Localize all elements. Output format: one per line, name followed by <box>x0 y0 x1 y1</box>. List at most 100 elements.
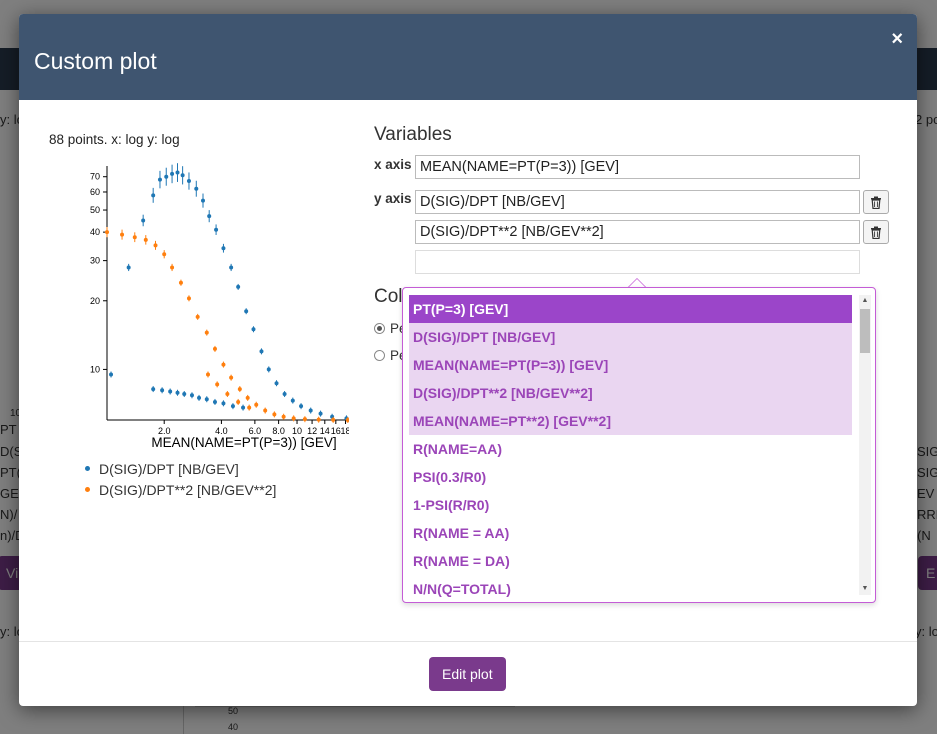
trash-icon <box>871 226 881 239</box>
data-point <box>205 372 210 377</box>
y-tick-label: 20 <box>90 296 100 306</box>
data-point <box>281 414 286 419</box>
data-point <box>308 408 313 413</box>
data-point <box>207 214 212 219</box>
variables-heading: Variables <box>374 124 452 145</box>
data-point <box>251 327 256 332</box>
dropdown-option[interactable]: PT(P=3) [GEV] <box>409 295 852 323</box>
data-point <box>189 393 194 398</box>
data-point <box>212 399 217 404</box>
y-tick-label: 10 <box>90 364 100 374</box>
data-point <box>170 171 175 176</box>
y-axis-label: y axis <box>374 191 412 206</box>
dropdown-list: PT(P=3) [GEV] D(SIG)/DPT [NB/GEV] MEAN(NAM… <box>409 295 852 602</box>
data-point <box>274 381 279 386</box>
data-point <box>151 387 156 392</box>
plot-preview: 88 points. x: log y: log 2.0 4.0 6.0 8.0 10 1… <box>49 132 349 522</box>
close-icon[interactable]: × <box>891 28 903 51</box>
data-point <box>109 372 114 377</box>
data-point <box>302 417 307 422</box>
delete-y2-button[interactable] <box>863 220 889 244</box>
data-point <box>186 179 191 184</box>
dropdown-option[interactable]: R(NAME = DA) <box>409 547 852 575</box>
x-axis-title: MEAN(NAME=PT(P=3)) [GEV] <box>151 435 336 450</box>
data-point <box>120 232 125 237</box>
dropdown-option[interactable]: D(SIG)/DPT [NB/GEV] <box>409 323 852 351</box>
dropdown-option[interactable]: 1-PSI(R/R0) <box>409 491 852 519</box>
data-point <box>316 417 321 422</box>
data-point <box>237 387 242 392</box>
legend-dot-icon <box>85 487 90 492</box>
scroll-thumb[interactable] <box>860 309 870 353</box>
y-tick-label: 70 <box>90 172 100 182</box>
data-point <box>247 405 252 410</box>
data-point <box>157 177 162 182</box>
custom-plot-modal: Custom plot × 88 points. x: log y: log 2… <box>19 14 917 706</box>
data-point <box>170 265 175 270</box>
data-point <box>221 246 226 251</box>
plot-legend: D(SIG)/DPT [NB/GEV] D(SIG)/DPT**2 [NB/GE… <box>85 458 276 500</box>
y-tick-label: 30 <box>90 256 100 266</box>
legend-label: D(SIG)/DPT**2 [NB/GEV**2] <box>99 481 277 498</box>
x-axis-input[interactable] <box>415 155 860 179</box>
x-tick-label: 18 <box>341 426 349 436</box>
data-point <box>266 367 271 372</box>
data-point <box>221 362 226 367</box>
dropdown-option[interactable]: MEAN(NAME=PT**2) [GEV**2] <box>409 407 852 435</box>
data-point <box>272 412 277 417</box>
data-point <box>164 174 169 179</box>
data-point <box>245 395 250 400</box>
data-point <box>151 193 156 198</box>
data-point <box>259 349 264 354</box>
dropdown-scrollbar[interactable]: ▲ ▼ <box>859 295 871 595</box>
dropdown-option[interactable]: R(NAME=AA) <box>409 435 852 463</box>
dropdown-option[interactable]: N/N(Q=TOTAL) <box>409 575 852 602</box>
data-point <box>236 399 241 404</box>
legend-label: D(SIG)/DPT [NB/GEV] <box>99 460 239 477</box>
data-point <box>318 411 323 416</box>
data-point <box>175 390 180 395</box>
y-axis-input-2[interactable] <box>415 220 860 244</box>
data-point <box>204 397 209 402</box>
dropdown-option[interactable]: R(NAME = AA) <box>409 519 852 547</box>
y-axis-new-input[interactable] <box>415 250 860 274</box>
data-point <box>182 392 187 397</box>
legend-item: D(SIG)/DPT**2 [NB/GEV**2] <box>85 479 276 500</box>
data-point <box>204 330 209 335</box>
modal-footer: Edit plot <box>19 641 917 706</box>
dropdown-option[interactable]: D(SIG)/DPT**2 [NB/GEV**2] <box>409 379 852 407</box>
edit-plot-button[interactable]: Edit plot <box>429 657 506 691</box>
dropdown-option[interactable]: PSI(0.3/R0) <box>409 463 852 491</box>
data-point <box>225 392 230 397</box>
data-point <box>230 404 235 409</box>
radio-checked-icon[interactable] <box>374 323 385 334</box>
data-point <box>282 392 287 397</box>
data-point <box>178 280 183 285</box>
variable-dropdown[interactable]: PT(P=3) [GEV] D(SIG)/DPT [NB/GEV] MEAN(NAM… <box>402 287 876 603</box>
dropdown-option[interactable]: MEAN(NAME=PT(P=3)) [GEV] <box>409 351 852 379</box>
data-point <box>141 218 146 223</box>
data-point <box>200 198 205 203</box>
data-point <box>195 314 200 319</box>
trash-icon <box>871 196 881 209</box>
data-point <box>229 265 234 270</box>
y-tick-label: 40 <box>90 227 100 237</box>
data-point <box>168 389 173 394</box>
data-point <box>143 237 148 242</box>
data-point <box>263 408 268 413</box>
delete-y1-button[interactable] <box>863 190 889 214</box>
legend-dot-icon <box>85 466 90 471</box>
y-axis-input-1[interactable] <box>415 190 860 214</box>
data-point <box>194 186 199 191</box>
scroll-up-icon[interactable]: ▲ <box>859 295 871 307</box>
modal-title: Custom plot <box>34 48 157 74</box>
data-point <box>132 235 137 240</box>
radio-icon[interactable] <box>374 350 385 361</box>
data-point <box>215 382 220 387</box>
data-point <box>254 402 259 407</box>
data-point <box>229 375 234 380</box>
data-point <box>175 170 180 175</box>
data-point <box>186 296 191 301</box>
legend-item: D(SIG)/DPT [NB/GEV] <box>85 458 276 479</box>
scroll-down-icon[interactable]: ▼ <box>859 583 871 595</box>
